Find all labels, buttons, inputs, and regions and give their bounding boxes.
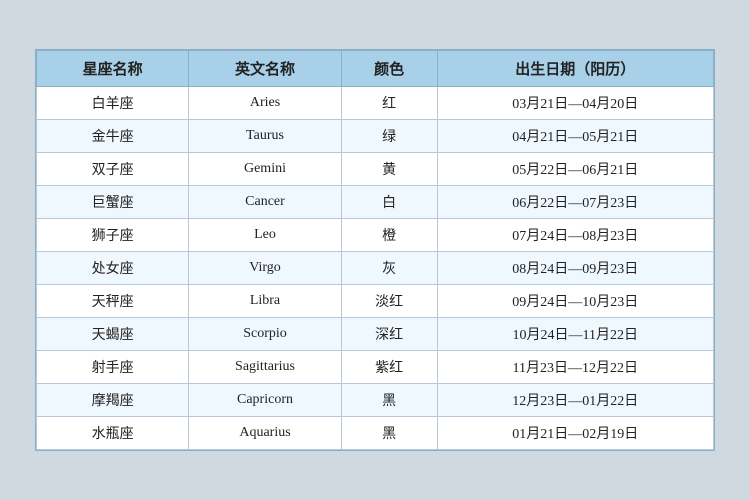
cell-dates: 07月24日—08月23日 xyxy=(437,219,713,252)
cell-color: 黑 xyxy=(341,417,437,450)
cell-color: 紫红 xyxy=(341,351,437,384)
cell-color: 红 xyxy=(341,87,437,120)
cell-english-name: Virgo xyxy=(189,252,341,285)
table-row: 天秤座Libra淡红09月24日—10月23日 xyxy=(37,285,714,318)
cell-english-name: Capricorn xyxy=(189,384,341,417)
cell-color: 深红 xyxy=(341,318,437,351)
cell-english-name: Libra xyxy=(189,285,341,318)
table-row: 白羊座Aries红03月21日—04月20日 xyxy=(37,87,714,120)
table-row: 摩羯座Capricorn黑12月23日—01月22日 xyxy=(37,384,714,417)
cell-dates: 11月23日—12月22日 xyxy=(437,351,713,384)
cell-english-name: Aries xyxy=(189,87,341,120)
cell-chinese-name: 巨蟹座 xyxy=(37,186,189,219)
cell-color: 白 xyxy=(341,186,437,219)
cell-chinese-name: 天秤座 xyxy=(37,285,189,318)
table-header-row: 星座名称 英文名称 颜色 出生日期（阳历） xyxy=(37,51,714,87)
header-color: 颜色 xyxy=(341,51,437,87)
cell-dates: 12月23日—01月22日 xyxy=(437,384,713,417)
cell-dates: 06月22日—07月23日 xyxy=(437,186,713,219)
cell-dates: 10月24日—11月22日 xyxy=(437,318,713,351)
cell-english-name: Sagittarius xyxy=(189,351,341,384)
cell-dates: 09月24日—10月23日 xyxy=(437,285,713,318)
cell-dates: 05月22日—06月21日 xyxy=(437,153,713,186)
cell-color: 橙 xyxy=(341,219,437,252)
cell-chinese-name: 金牛座 xyxy=(37,120,189,153)
header-dates: 出生日期（阳历） xyxy=(437,51,713,87)
cell-chinese-name: 双子座 xyxy=(37,153,189,186)
cell-color: 淡红 xyxy=(341,285,437,318)
table-row: 巨蟹座Cancer白06月22日—07月23日 xyxy=(37,186,714,219)
table-row: 双子座Gemini黄05月22日—06月21日 xyxy=(37,153,714,186)
cell-dates: 04月21日—05月21日 xyxy=(437,120,713,153)
cell-dates: 01月21日—02月19日 xyxy=(437,417,713,450)
cell-chinese-name: 摩羯座 xyxy=(37,384,189,417)
cell-dates: 03月21日—04月20日 xyxy=(437,87,713,120)
cell-chinese-name: 白羊座 xyxy=(37,87,189,120)
table-row: 狮子座Leo橙07月24日—08月23日 xyxy=(37,219,714,252)
cell-dates: 08月24日—09月23日 xyxy=(437,252,713,285)
cell-english-name: Aquarius xyxy=(189,417,341,450)
cell-chinese-name: 水瓶座 xyxy=(37,417,189,450)
cell-color: 灰 xyxy=(341,252,437,285)
cell-english-name: Cancer xyxy=(189,186,341,219)
cell-chinese-name: 天蝎座 xyxy=(37,318,189,351)
cell-chinese-name: 狮子座 xyxy=(37,219,189,252)
header-chinese-name: 星座名称 xyxy=(37,51,189,87)
table-row: 天蝎座Scorpio深红10月24日—11月22日 xyxy=(37,318,714,351)
cell-english-name: Leo xyxy=(189,219,341,252)
table-row: 水瓶座Aquarius黑01月21日—02月19日 xyxy=(37,417,714,450)
cell-english-name: Scorpio xyxy=(189,318,341,351)
table-body: 白羊座Aries红03月21日—04月20日金牛座Taurus绿04月21日—0… xyxy=(37,87,714,450)
cell-english-name: Gemini xyxy=(189,153,341,186)
cell-color: 绿 xyxy=(341,120,437,153)
cell-color: 黄 xyxy=(341,153,437,186)
cell-chinese-name: 处女座 xyxy=(37,252,189,285)
table-row: 射手座Sagittarius紫红11月23日—12月22日 xyxy=(37,351,714,384)
cell-color: 黑 xyxy=(341,384,437,417)
cell-english-name: Taurus xyxy=(189,120,341,153)
table-row: 处女座Virgo灰08月24日—09月23日 xyxy=(37,252,714,285)
header-english-name: 英文名称 xyxy=(189,51,341,87)
zodiac-table-container: 星座名称 英文名称 颜色 出生日期（阳历） 白羊座Aries红03月21日—04… xyxy=(35,49,715,451)
table-row: 金牛座Taurus绿04月21日—05月21日 xyxy=(37,120,714,153)
zodiac-table: 星座名称 英文名称 颜色 出生日期（阳历） 白羊座Aries红03月21日—04… xyxy=(36,50,714,450)
cell-chinese-name: 射手座 xyxy=(37,351,189,384)
